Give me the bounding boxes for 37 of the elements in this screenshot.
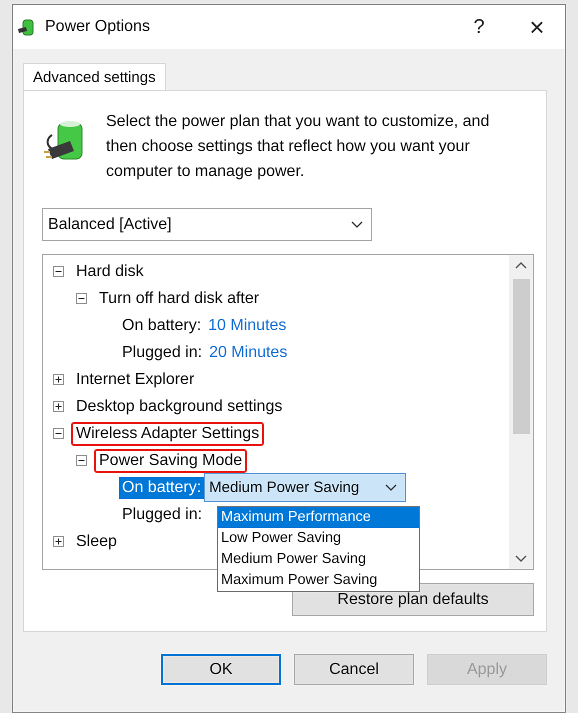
setting-value-link[interactable]: 20 Minutes: [209, 344, 288, 362]
dialog-button[interactable]: OK: [161, 654, 281, 685]
setting-label[interactable]: Plugged in:: [119, 342, 206, 364]
dialog-button[interactable]: Cancel: [294, 654, 414, 685]
description-text: Select the power plan that you want to customize, and then choose settings that reflect how you want your computer to manage power.: [106, 112, 490, 182]
expander-icon[interactable]: [53, 536, 64, 547]
setting-label[interactable]: On battery:: [119, 476, 204, 498]
expander-icon[interactable]: [76, 455, 87, 466]
dropdown-option[interactable]: Maximum Performance: [218, 507, 419, 528]
help-button[interactable]: ?: [449, 7, 509, 47]
scrollbar[interactable]: [509, 255, 533, 569]
chevron-down-icon: [385, 484, 398, 492]
tree-item[interactable]: Internet Explorer: [71, 368, 200, 392]
tab[interactable]: Advanced settings: [23, 63, 166, 91]
expander-icon[interactable]: [53, 266, 64, 277]
dropdown-option[interactable]: Low Power Saving: [218, 528, 419, 549]
chevron-down-icon: [351, 220, 363, 228]
expander-icon[interactable]: [53, 401, 64, 412]
tree-item[interactable]: Hard disk: [71, 260, 149, 284]
setting-label[interactable]: On battery:: [119, 314, 204, 336]
tree-item[interactable]: Turn off hard disk after: [94, 286, 264, 310]
close-button[interactable]: ×: [509, 7, 565, 47]
scroll-down-icon[interactable]: [515, 555, 527, 563]
dropdown-option[interactable]: Medium Power Saving: [218, 549, 419, 570]
plan-dropdown[interactable]: Balanced [Active]: [42, 208, 372, 241]
expander-icon[interactable]: [53, 374, 64, 385]
window-title: Power Options: [45, 18, 151, 36]
setting-value-link[interactable]: 10 Minutes: [208, 316, 286, 334]
setting-dropdown[interactable]: Medium Power Saving: [204, 473, 406, 502]
tree-item[interactable]: Power Saving Mode: [94, 448, 248, 472]
setting-label[interactable]: Plugged in:: [119, 504, 206, 526]
tree-item[interactable]: Sleep: [71, 530, 122, 554]
tree-item[interactable]: Desktop background settings: [71, 394, 288, 418]
tree-item[interactable]: Wireless Adapter Settings: [71, 422, 264, 446]
scroll-up-icon[interactable]: [515, 261, 527, 269]
expander-icon[interactable]: [76, 293, 87, 304]
expander-icon[interactable]: [53, 428, 64, 439]
